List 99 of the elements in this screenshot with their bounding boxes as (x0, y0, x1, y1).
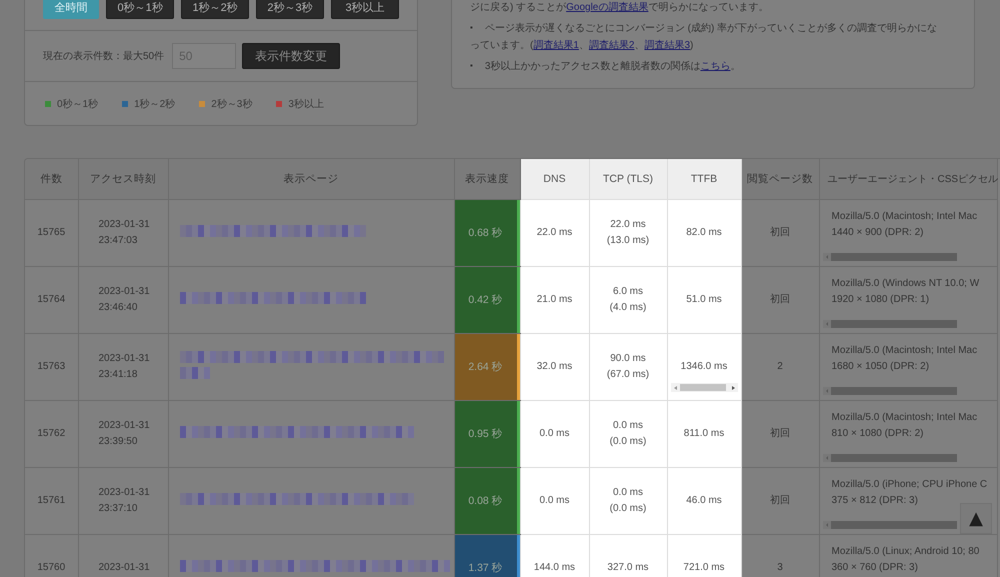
speed-cell: 1.37 秒 (454, 535, 516, 577)
table-cell: 15761 (25, 468, 78, 534)
time-text: 23:46:40 (98, 301, 138, 315)
ttfb-text: 46.0 ms (685, 494, 723, 508)
table-cell: 15765 (25, 200, 78, 266)
tls-text: (0.0 ms) (608, 435, 648, 449)
back-to-top-button[interactable]: ▲ (960, 503, 992, 534)
column-header: TCP (TLS) (589, 159, 667, 200)
date-text: 2023-01-31 (98, 419, 151, 433)
table-cell: 15764 (25, 266, 78, 334)
user-agent-text: Mozilla/5.0 (iPhone; CPU iPhone C (832, 478, 988, 492)
tls-text: (0.0 ms) (608, 502, 648, 516)
speed-cell: 0.08 秒 (454, 468, 516, 534)
scrollbar[interactable] (822, 521, 956, 529)
change-count-button[interactable]: 表示件数変更 (242, 43, 340, 69)
tcp-text: 0.0 ms (612, 419, 644, 433)
date-text: 2023-01-31 (98, 285, 151, 299)
ttfb-text: 82.0 ms (685, 226, 723, 240)
column-header: 表示ページ (168, 159, 454, 200)
ttfb-text: 1346.0 ms (680, 360, 728, 374)
table-cell: 初回 (741, 400, 819, 468)
time-text: 23:37:10 (98, 502, 138, 516)
resolution-text: 810 × 1080 (DPR: 2) (832, 427, 924, 441)
table-cell: 初回 (741, 266, 819, 334)
legend-label: 0秒～1秒 (57, 98, 98, 110)
tcp-text: 6.0 ms (612, 285, 644, 299)
scrollbar[interactable] (670, 383, 738, 392)
time-text: 23:47:03 (98, 234, 138, 248)
table-cell: 15763 (25, 334, 78, 400)
ttfb-text: 811.0 ms (682, 427, 726, 441)
link[interactable]: 調査結果3 (644, 40, 690, 51)
column-header: ユーザーエージェント・CSSピクセル (819, 159, 997, 200)
table-cell: 21.0 ms (520, 266, 589, 334)
column-header: 表示速度 (454, 159, 520, 200)
column-header: DNS (520, 159, 589, 200)
scrollbar[interactable] (822, 253, 956, 261)
user-agent-text: Mozilla/5.0 (Windows NT 10.0; W (832, 277, 980, 291)
scrollbar[interactable] (822, 454, 956, 462)
table-cell: 0.0 ms (520, 468, 589, 534)
scrollbar[interactable] (822, 320, 956, 328)
ttfb-text: 51.0 ms (685, 293, 723, 307)
tcp-text: 0.0 ms (612, 486, 644, 500)
resolution-text: 1920 × 1080 (DPR: 1) (832, 293, 930, 307)
bullet-icon: ▪ (470, 23, 473, 32)
note-text: ジに戻る) することがGoogleの調査結果で明らかになっています。 (470, 0, 770, 15)
link[interactable]: こちら (700, 61, 730, 72)
table-cell: 22.0 ms (520, 200, 589, 266)
tcp-text: 90.0 ms (609, 352, 647, 366)
filter-button[interactable]: 0秒～1秒 (106, 0, 174, 19)
table-cell: 144.0 ms (520, 534, 589, 577)
table-cell: 2 (741, 334, 819, 400)
filter-button[interactable]: 全時間 (43, 0, 100, 19)
resolution-text: 360 × 760 (DPR: 3) (832, 561, 919, 575)
table-cell: 15762 (25, 400, 78, 468)
tls-text: (4.0 ms) (608, 301, 648, 315)
date-text: 2023-01-31 (98, 486, 151, 500)
user-agent-text: Mozilla/5.0 (Macintosh; Intel Mac (832, 411, 978, 425)
resolution-text: 375 × 812 (DPR: 3) (832, 494, 919, 508)
speed-cell: 0.42 秒 (454, 267, 516, 333)
speed-cell: 0.95 秒 (454, 401, 516, 467)
link[interactable]: 調査結果1 (533, 40, 579, 51)
speed-cell: 2.64 秒 (454, 334, 516, 400)
time-text: 23:41:18 (98, 368, 138, 382)
tcp-text: 22.0 ms (609, 218, 647, 232)
user-agent-text: Mozilla/5.0 (Linux; Android 10; 80 (832, 545, 980, 559)
legend-label: 3秒以上 (288, 98, 324, 110)
user-agent-text: Mozilla/5.0 (Macintosh; Intel Mac (832, 344, 978, 358)
table-cell: 初回 (741, 468, 819, 534)
speed-cell: 0.68 秒 (454, 200, 516, 266)
bullet-icon: ▪ (470, 61, 473, 70)
table-cell: 0.0 ms (520, 400, 589, 468)
link[interactable]: Googleの調査結果 (566, 2, 648, 13)
tcp-text: 327.0 ms (606, 561, 650, 575)
resolution-text: 1680 × 1050 (DPR: 2) (832, 360, 930, 374)
filter-button[interactable]: 2秒～3秒 (256, 0, 324, 19)
column-header: TTFB (667, 159, 741, 200)
user-agent-text: Mozilla/5.0 (Macintosh; Intel Mac (832, 210, 978, 224)
legend-label: 2秒～3秒 (211, 98, 252, 110)
date-text: 2023-01-31 (98, 352, 151, 366)
link[interactable]: 調査結果2 (588, 40, 634, 51)
scrollbar[interactable] (822, 387, 956, 395)
note-text: ▪ ページ表示が遅くなるごとにコンバージョン (成約) 率が下がっていくことが多くの調査で明らかになっています。(調査結果1、調査結果2、調査結果3) (470, 22, 938, 53)
column-header: 閲覧ページ数 (741, 159, 819, 200)
table-cell: 32.0 ms (520, 334, 589, 400)
tls-text: (13.0 ms) (606, 234, 650, 248)
ttfb-text: 721.0 ms (682, 561, 726, 575)
resolution-text: 1440 × 900 (DPR: 2) (832, 226, 924, 240)
date-text: 2023-01-31 (98, 561, 151, 575)
column-header: 件数 (25, 159, 78, 200)
filter-button[interactable]: 3秒以上 (331, 0, 399, 19)
date-text: 2023-01-31 (98, 218, 151, 232)
legend-label: 1秒～2秒 (134, 98, 176, 110)
note-text: ▪ 3秒以上かかったアクセス数と離脱者数の関係はこちら。 (470, 60, 742, 74)
filter-button[interactable]: 1秒～2秒 (181, 0, 250, 19)
column-header: アクセス時刻 (78, 159, 168, 200)
time-text: 23:39:50 (98, 435, 138, 449)
tls-text: (67.0 ms) (606, 368, 650, 382)
display-count-label: 現在の表示件数：最大50件 (43, 50, 164, 63)
table-cell: 初回 (741, 200, 819, 266)
